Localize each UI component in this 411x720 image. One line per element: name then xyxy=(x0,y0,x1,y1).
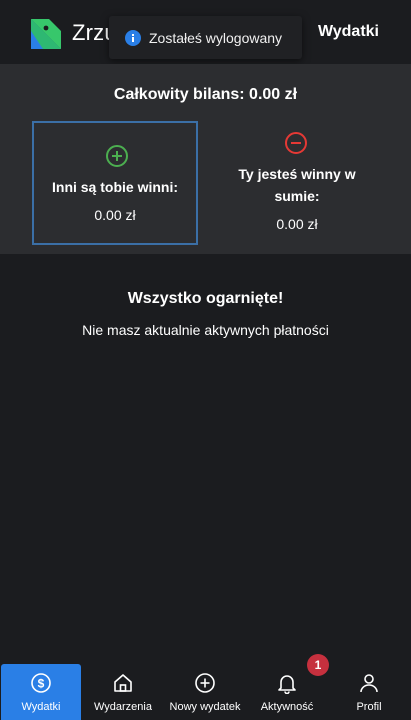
you-owe-value: 0.00 zł xyxy=(276,216,318,232)
total-balance: Całkowity bilans: 0.00 zł xyxy=(113,86,298,103)
empty-state-text: Nie masz aktualnie aktywnych płatności xyxy=(82,322,329,338)
you-owe-label: Ty jesteś winny w sumie: xyxy=(238,166,356,204)
nav-item-nowy-wydatek[interactable]: Nowy wydatek xyxy=(165,664,245,720)
home-icon xyxy=(114,674,132,692)
nav-label-profil: Profil xyxy=(356,701,382,713)
dollar-circle-icon: $ xyxy=(31,673,51,693)
owed-to-you-label: Inni są tobie winni: xyxy=(52,179,178,195)
nav-item-profil[interactable]: Profil xyxy=(329,664,409,720)
logout-toast[interactable]: Zostałeś wylogowany xyxy=(109,16,302,59)
nav-label-nowy-wydatek: Nowy wydatek xyxy=(169,701,241,713)
app-logo-icon[interactable] xyxy=(31,19,61,49)
nav-item-wydatki[interactable]: $ Wydatki xyxy=(1,664,81,720)
svg-text:$: $ xyxy=(38,677,45,691)
toast-message: Zostałeś wylogowany xyxy=(149,29,283,46)
notification-badge: 1 xyxy=(307,654,329,676)
empty-state-title: Wszystko ogarnięte! xyxy=(127,290,284,307)
bell-icon xyxy=(278,675,296,694)
nav-label-aktywnosc: Aktywność xyxy=(260,701,314,713)
owed-to-you-card[interactable]: Inni są tobie winni: 0.00 zł xyxy=(32,121,198,245)
balance-panel: Całkowity bilans: 0.00 zł Inni są tobie … xyxy=(0,64,411,254)
nav-label-wydatki: Wydatki xyxy=(21,701,61,713)
you-owe-card[interactable]: Ty jesteś winny w sumie: 0.00 zł xyxy=(214,121,380,245)
user-icon xyxy=(360,674,378,693)
plus-circle-icon xyxy=(195,673,215,693)
nav-item-wydarzenia[interactable]: Wydarzenia xyxy=(83,664,163,720)
bottom-nav: $ Wydatki Wydarzenia Nowy wydatek Aktywn… xyxy=(0,654,411,720)
plus-circle-icon xyxy=(106,145,128,167)
page-title: Wydatki xyxy=(317,23,379,40)
info-icon xyxy=(125,29,141,46)
owed-to-you-value: 0.00 zł xyxy=(94,207,136,223)
minus-circle-icon xyxy=(285,132,307,154)
nav-label-wydarzenia: Wydarzenia xyxy=(94,701,152,713)
